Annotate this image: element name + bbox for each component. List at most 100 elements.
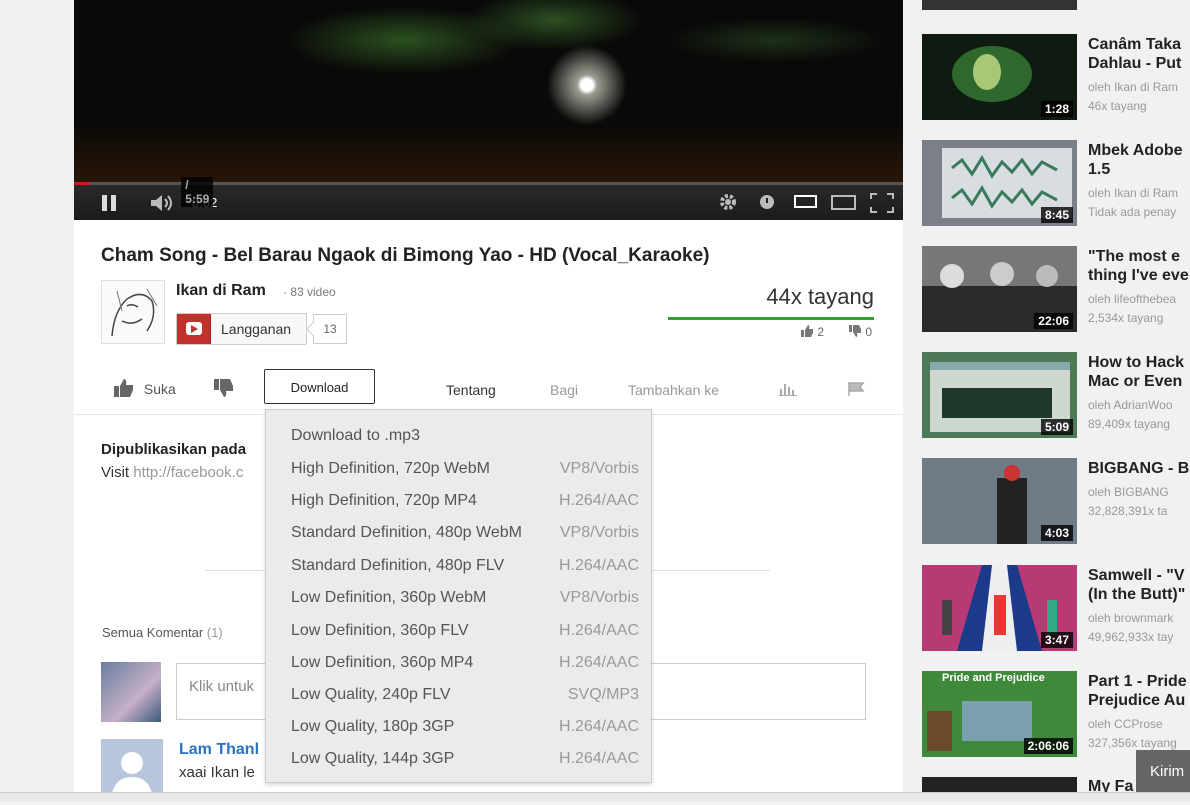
fullscreen-icon[interactable] — [870, 193, 894, 216]
channel-name[interactable]: Ikan di Ram — [176, 282, 266, 300]
download-option-format: VP8/Vorbis — [559, 524, 639, 541]
video-title: Cham Song - Bel Barau Ngaok di Bimong Ya… — [101, 245, 710, 266]
publish-date: Dipublikasikan pada — [101, 441, 247, 458]
video-duration: 4:03 — [1040, 525, 1073, 541]
related-videos: 1:28 Canâm Taka Dahlau - Put oleh Ikan d… — [920, 0, 1190, 800]
thumbs-up-icon — [114, 379, 133, 397]
commenter-avatar[interactable] — [101, 739, 163, 800]
related-title[interactable]: Mbek Adobe 1.5 — [1088, 141, 1190, 179]
video-duration: 2:06:06 — [1023, 738, 1073, 754]
dislike-button[interactable] — [213, 378, 235, 401]
like-button[interactable]: Suka — [113, 378, 176, 398]
video-duration: 22:06 — [1034, 313, 1073, 329]
related-thumbnail[interactable]: 5:09 — [922, 352, 1077, 438]
related-title[interactable]: Samwell - "V (In the Butt)" — [1088, 566, 1190, 604]
comment-author[interactable]: Lam Thanl — [179, 741, 259, 759]
download-option[interactable]: Low Quality, 180p 3GP H.264/AAC — [266, 718, 651, 750]
download-option-format: H.264/AAC — [558, 492, 639, 509]
download-option[interactable]: Low Definition, 360p FLV H.264/AAC — [266, 622, 651, 654]
video-duration: 3:47 — [1040, 632, 1073, 648]
related-thumbnail[interactable]: 22:06 — [922, 246, 1077, 332]
small-player-icon[interactable] — [794, 195, 818, 212]
related-title[interactable]: BIGBANG - B — [1088, 459, 1190, 478]
related-thumbnail[interactable]: 4:03 — [922, 458, 1077, 544]
dislike-count: 0 — [848, 325, 872, 339]
stats-icon[interactable] — [779, 381, 799, 400]
related-meta: oleh AdrianWoo 89,409x tayang — [1088, 398, 1173, 431]
download-option[interactable]: High Definition, 720p MP4 H.264/AAC — [266, 492, 651, 524]
subscribe-button[interactable]: Langganan — [176, 313, 307, 345]
volume-icon[interactable] — [150, 194, 176, 215]
download-button[interactable]: Download — [264, 369, 375, 404]
video-frame[interactable] — [74, 0, 903, 182]
download-option-quality: Standard Definition, 480p WebM — [291, 524, 522, 541]
related-thumbnail[interactable]: 8:45 — [922, 140, 1077, 226]
download-option-format: VP8/Vorbis — [559, 589, 639, 606]
download-option[interactable]: High Definition, 720p WebM VP8/Vorbis — [266, 460, 651, 492]
channel-avatar[interactable] — [101, 280, 165, 344]
facebook-link[interactable]: http://facebook.c — [133, 464, 243, 481]
download-option-format: SVQ/MP3 — [567, 686, 639, 703]
tab-share[interactable]: Bagi — [550, 382, 578, 398]
visit-label: Visit — [101, 464, 130, 481]
dislike-count-value: 0 — [865, 325, 873, 339]
video-duration: 1:28 — [1040, 101, 1073, 117]
comments-header: Semua Komentar (1) — [102, 625, 223, 640]
video-player[interactable]: 0:02 / 5:59 — [74, 0, 903, 220]
annotations-icon[interactable] — [759, 194, 775, 213]
download-mp3-option[interactable]: Download to .mp3 — [291, 427, 420, 445]
subscribe-label: Langganan — [221, 321, 292, 337]
related-meta: oleh CCProse 327,356x tayang — [1088, 717, 1177, 750]
download-option-quality: High Definition, 720p WebM — [291, 460, 490, 477]
view-count: 44x tayang — [766, 284, 874, 309]
related-thumbnail[interactable] — [922, 0, 1077, 10]
related-title[interactable]: "The most e thing I've eve — [1088, 247, 1190, 285]
thumbs-down-small-icon — [849, 325, 861, 337]
download-option-quality: Low Quality, 144p 3GP — [291, 750, 455, 767]
video-duration: 5:09 — [1040, 419, 1073, 435]
large-player-icon[interactable] — [831, 195, 857, 214]
thumbnail-caption: Pride and Prejudice — [942, 672, 1045, 684]
player-controls: 0:02 / 5:59 — [74, 177, 903, 220]
related-thumbnail[interactable]: Pride and Prejudice 2:06:06 — [922, 671, 1077, 757]
tab-add-to[interactable]: Tambahkan ke — [628, 382, 719, 398]
settings-gear-icon[interactable] — [718, 192, 738, 215]
like-count-value: 2 — [817, 325, 825, 339]
user-avatar — [101, 662, 161, 722]
related-title[interactable]: Canâm Taka Dahlau - Put — [1088, 35, 1190, 73]
download-option-quality: Low Quality, 180p 3GP — [291, 718, 455, 735]
youtube-logo-icon — [177, 314, 211, 344]
comments-header-label: Semua Komentar — [102, 625, 204, 640]
flag-icon[interactable] — [847, 381, 867, 400]
download-option-quality: Low Quality, 240p FLV — [291, 686, 451, 703]
download-option[interactable]: Low Definition, 360p WebM VP8/Vorbis — [266, 589, 651, 621]
time-display: 0:02 / 5:59 — [181, 177, 217, 210]
download-option-format: H.264/AAC — [558, 622, 639, 639]
related-thumbnail[interactable]: 3:47 — [922, 565, 1077, 651]
related-title[interactable]: How to Hack Mac or Even — [1088, 353, 1190, 391]
download-option[interactable]: Standard Definition, 480p FLV H.264/AAC — [266, 557, 651, 589]
download-option-quality: Low Definition, 360p WebM — [291, 589, 487, 606]
like-label: Suka — [143, 381, 176, 397]
like-count: 2 — [800, 325, 824, 339]
related-thumbnail[interactable]: 1:28 — [922, 34, 1077, 120]
tab-about[interactable]: Tentang — [446, 382, 496, 398]
thumbs-up-small-icon — [801, 325, 813, 337]
download-option-quality: Low Definition, 360p FLV — [291, 622, 469, 639]
download-option[interactable]: Low Quality, 144p 3GP H.264/AAC — [266, 750, 651, 782]
download-option-quality: Low Definition, 360p MP4 — [291, 654, 474, 671]
download-option-quality: High Definition, 720p MP4 — [291, 492, 477, 509]
download-option[interactable]: Low Quality, 240p FLV SVQ/MP3 — [266, 686, 651, 718]
download-option-format: H.264/AAC — [558, 718, 639, 735]
related-meta: oleh brownmark 49,962,933x tay — [1088, 611, 1174, 644]
download-option[interactable]: Low Definition, 360p MP4 H.264/AAC — [266, 654, 651, 686]
download-option-format: H.264/AAC — [558, 654, 639, 671]
like-ratio-bar — [668, 317, 874, 320]
download-option[interactable]: Standard Definition, 480p WebM VP8/Vorbis — [266, 524, 651, 556]
download-option-format: H.264/AAC — [558, 750, 639, 767]
pause-icon[interactable] — [100, 194, 118, 215]
related-title[interactable]: Part 1 - Pride Prejudice Au — [1088, 672, 1190, 710]
download-option-quality: Standard Definition, 480p FLV — [291, 557, 505, 574]
related-meta: oleh lifeofthebea 2,534x tayang — [1088, 292, 1177, 325]
send-feedback-button[interactable]: Kirim — [1136, 750, 1190, 794]
